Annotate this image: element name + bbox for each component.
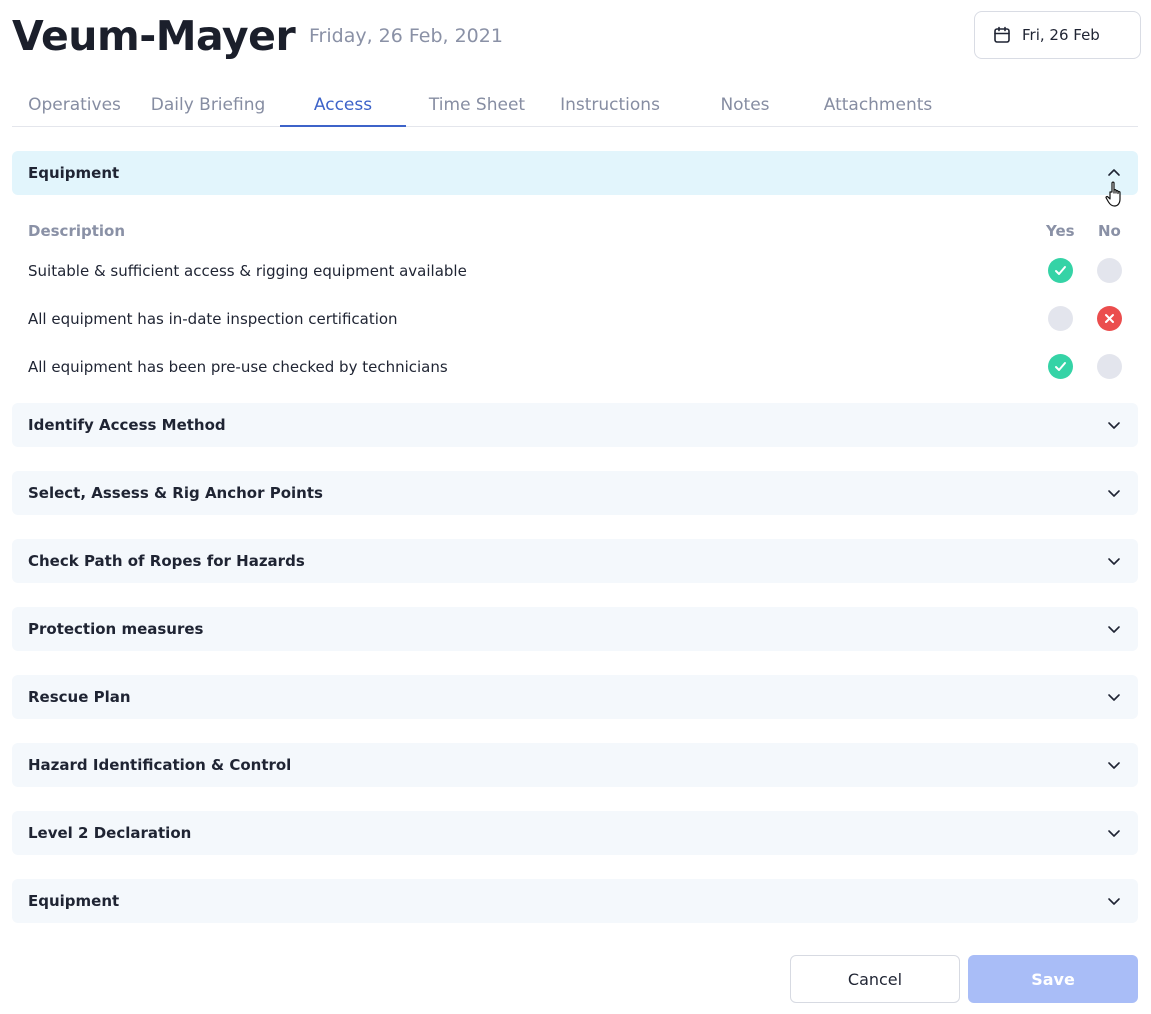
section-title: Level 2 Declaration [28,824,192,842]
tab-daily-briefing[interactable]: Daily Briefing [143,84,273,127]
check-icon [1055,362,1066,371]
section-title: Equipment [28,164,120,182]
yes-radio[interactable] [1048,306,1073,331]
tab-notes[interactable]: Notes [705,84,785,127]
save-button[interactable]: Save [968,955,1138,1003]
chevron-down-icon[interactable] [1106,893,1122,909]
check-icon [1055,266,1066,275]
no-radio[interactable] [1097,258,1122,283]
section-equipment-header[interactable]: Equipment [12,151,1138,195]
section-path-of-ropes[interactable]: Check Path of Ropes for Hazards [12,539,1138,583]
chevron-down-icon[interactable] [1106,757,1122,773]
section-title: Protection measures [28,620,204,638]
section-title: Identify Access Method [28,416,226,434]
section-anchor-points[interactable]: Select, Assess & Rig Anchor Points [12,471,1138,515]
page-title: Veum-Mayer [12,12,296,60]
chevron-down-icon[interactable] [1106,621,1122,637]
checklist-item-text: All equipment has been pre-use checked b… [28,358,448,376]
yes-radio-checked[interactable] [1048,258,1073,283]
page-date: Friday, 26 Feb, 2021 [309,25,503,47]
tab-access[interactable]: Access [280,84,406,127]
date-picker-button[interactable]: Fri, 26 Feb [974,11,1141,59]
section-rescue-plan[interactable]: Rescue Plan [12,675,1138,719]
section-title: Check Path of Ropes for Hazards [28,552,305,570]
cancel-button[interactable]: Cancel [790,955,960,1003]
section-hazard-identification[interactable]: Hazard Identification & Control [12,743,1138,787]
checklist-item-text: Suitable & sufficient access & rigging e… [28,262,467,280]
tab-attachments[interactable]: Attachments [814,84,942,127]
chevron-up-icon[interactable] [1106,165,1122,181]
section-title: Select, Assess & Rig Anchor Points [28,484,323,502]
section-equipment-2[interactable]: Equipment [12,879,1138,923]
chevron-down-icon[interactable] [1106,825,1122,841]
hand-cursor-icon [1105,181,1121,207]
chevron-down-icon[interactable] [1106,553,1122,569]
close-icon [1105,314,1114,323]
tab-instructions[interactable]: Instructions [550,84,670,127]
section-title: Rescue Plan [28,688,131,706]
no-radio[interactable] [1097,354,1122,379]
chevron-down-icon[interactable] [1106,417,1122,433]
calendar-icon [992,25,1012,45]
tab-time-sheet[interactable]: Time Sheet [423,84,531,127]
section-level-2-declaration[interactable]: Level 2 Declaration [12,811,1138,855]
section-protection-measures[interactable]: Protection measures [12,607,1138,651]
column-description: Description [28,222,126,240]
chevron-down-icon[interactable] [1106,689,1122,705]
tab-operatives[interactable]: Operatives [12,84,137,127]
no-radio-checked[interactable] [1097,306,1122,331]
section-title: Equipment [28,892,120,910]
date-picker-label: Fri, 26 Feb [1022,26,1100,44]
checklist-item-text: All equipment has in-date inspection cer… [28,310,398,328]
column-no: No [1098,222,1121,240]
section-identify-access-method[interactable]: Identify Access Method [12,403,1138,447]
chevron-down-icon[interactable] [1106,485,1122,501]
tab-bar: Operatives Daily Briefing Access Time Sh… [12,84,1138,127]
column-yes: Yes [1046,222,1075,240]
yes-radio-checked[interactable] [1048,354,1073,379]
section-title: Hazard Identification & Control [28,756,292,774]
